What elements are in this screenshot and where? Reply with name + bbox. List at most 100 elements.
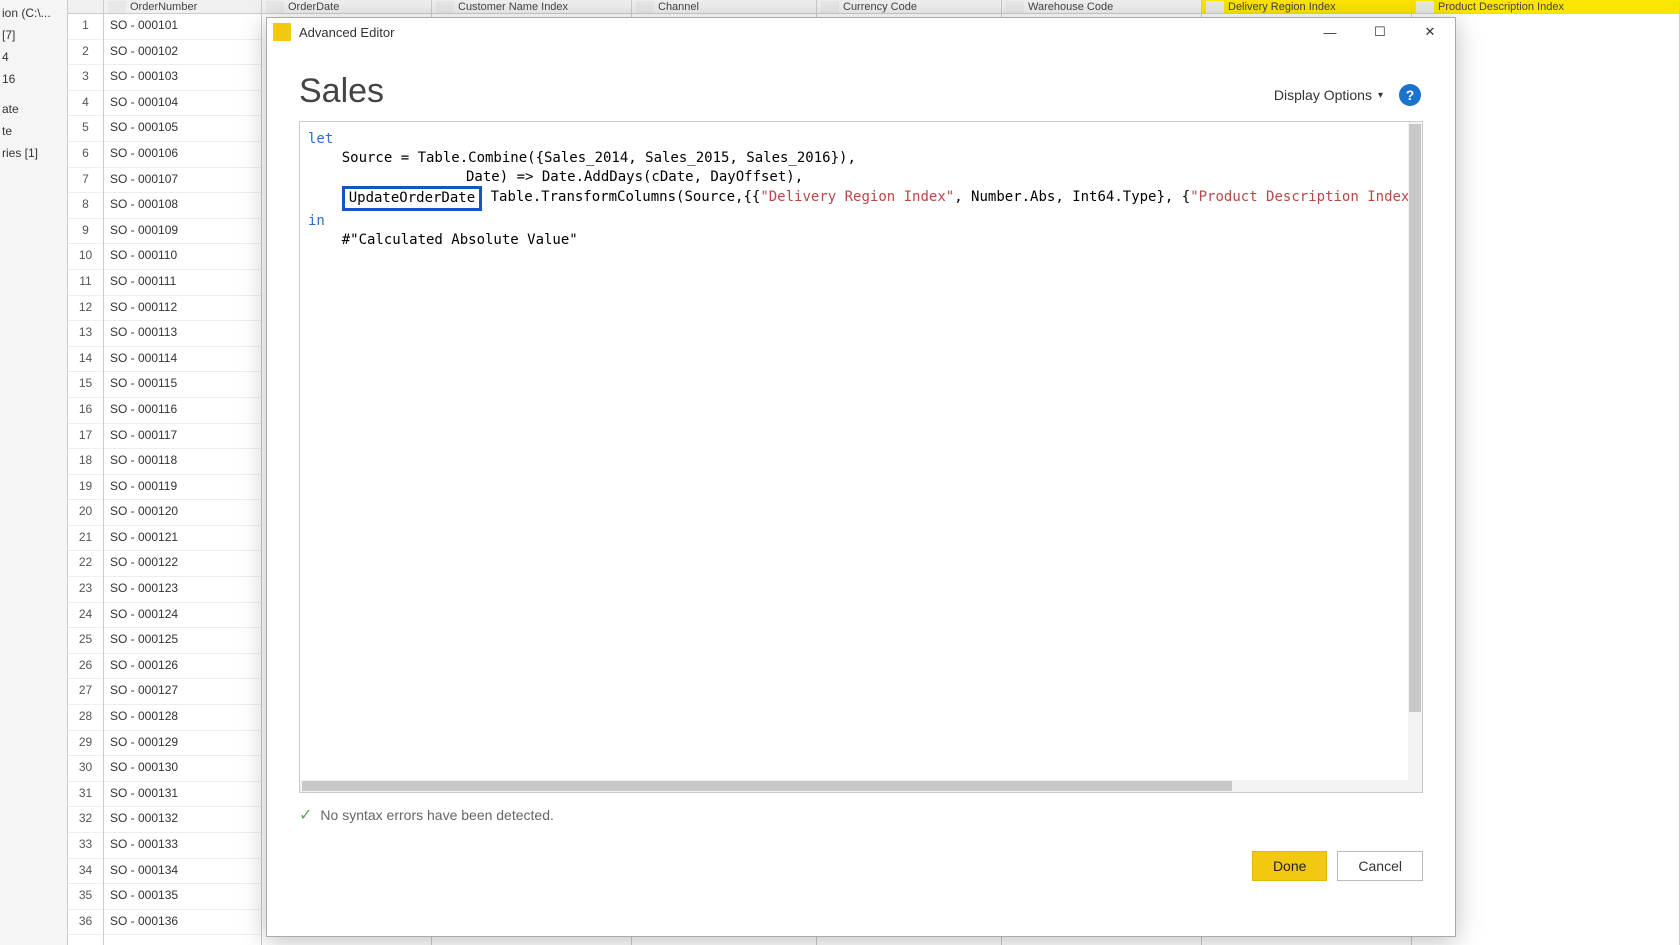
order-number-cell[interactable]: SO - 000110 bbox=[104, 244, 261, 270]
column-header-channel[interactable]: Channel bbox=[632, 0, 816, 14]
column-header-currency[interactable]: Currency Code bbox=[817, 0, 1001, 14]
order-number-cell[interactable]: SO - 000132 bbox=[104, 807, 261, 833]
order-number-cell[interactable]: SO - 000102 bbox=[104, 40, 261, 66]
order-number-cell[interactable]: SO - 000116 bbox=[104, 398, 261, 424]
row-number[interactable]: 9 bbox=[68, 219, 103, 245]
row-number[interactable]: 5 bbox=[68, 116, 103, 142]
row-number[interactable]: 13 bbox=[68, 321, 103, 347]
row-number[interactable]: 18 bbox=[68, 449, 103, 475]
cancel-button[interactable]: Cancel bbox=[1337, 851, 1423, 881]
editor-horizontal-scrollbar[interactable] bbox=[300, 780, 1422, 792]
row-number[interactable]: 36 bbox=[68, 910, 103, 936]
order-number-cell[interactable]: SO - 000105 bbox=[104, 116, 261, 142]
queries-item[interactable]: te bbox=[0, 120, 67, 142]
row-number[interactable]: 21 bbox=[68, 526, 103, 552]
maximize-button[interactable]: ☐ bbox=[1355, 18, 1405, 46]
queries-item[interactable]: ries [1] bbox=[0, 142, 67, 164]
row-number[interactable]: 1 bbox=[68, 14, 103, 40]
order-number-cell[interactable]: SO - 000121 bbox=[104, 526, 261, 552]
row-number[interactable]: 32 bbox=[68, 807, 103, 833]
order-number-cell[interactable]: SO - 000106 bbox=[104, 142, 261, 168]
column-header-delivery-region[interactable]: Delivery Region Index bbox=[1202, 0, 1411, 14]
queries-item[interactable] bbox=[0, 90, 67, 98]
order-number-cell[interactable]: SO - 000101 bbox=[104, 14, 261, 40]
row-number[interactable]: 10 bbox=[68, 244, 103, 270]
order-number-cell[interactable]: SO - 000109 bbox=[104, 219, 261, 245]
row-number[interactable]: 30 bbox=[68, 756, 103, 782]
order-number-cell[interactable]: SO - 000134 bbox=[104, 859, 261, 885]
order-number-cell[interactable]: SO - 000122 bbox=[104, 551, 261, 577]
row-number[interactable]: 23 bbox=[68, 577, 103, 603]
order-number-cell[interactable]: SO - 000115 bbox=[104, 372, 261, 398]
code-editor[interactable]: let Source = Table.Combine({Sales_2014, … bbox=[299, 121, 1423, 793]
row-number[interactable]: 16 bbox=[68, 398, 103, 424]
row-number[interactable]: 12 bbox=[68, 296, 103, 322]
order-number-cell[interactable]: SO - 000113 bbox=[104, 321, 261, 347]
row-number[interactable]: 33 bbox=[68, 833, 103, 859]
column-header-customer-name[interactable]: Customer Name Index bbox=[432, 0, 631, 14]
row-number[interactable]: 2 bbox=[68, 40, 103, 66]
order-number-cell[interactable]: SO - 000117 bbox=[104, 424, 261, 450]
row-number[interactable]: 3 bbox=[68, 65, 103, 91]
row-number[interactable]: 19 bbox=[68, 475, 103, 501]
row-number[interactable]: 24 bbox=[68, 603, 103, 629]
order-number-cell[interactable]: SO - 000124 bbox=[104, 603, 261, 629]
row-number[interactable]: 28 bbox=[68, 705, 103, 731]
order-number-cell[interactable]: SO - 000128 bbox=[104, 705, 261, 731]
row-number[interactable]: 26 bbox=[68, 654, 103, 680]
order-number-cell[interactable]: SO - 000126 bbox=[104, 654, 261, 680]
column-header-product-desc[interactable]: Product Description Index bbox=[1412, 0, 1679, 14]
order-number-cell[interactable]: SO - 000119 bbox=[104, 475, 261, 501]
order-number-cell[interactable]: SO - 000111 bbox=[104, 270, 261, 296]
order-number-cell[interactable]: SO - 000135 bbox=[104, 884, 261, 910]
close-button[interactable]: ✕ bbox=[1405, 18, 1455, 46]
display-options-dropdown[interactable]: Display Options ▾ bbox=[1274, 87, 1383, 103]
row-number[interactable]: 15 bbox=[68, 372, 103, 398]
order-number-cell[interactable]: SO - 000127 bbox=[104, 679, 261, 705]
order-number-cell[interactable]: SO - 000125 bbox=[104, 628, 261, 654]
row-number[interactable]: 20 bbox=[68, 500, 103, 526]
order-number-cell[interactable]: SO - 000107 bbox=[104, 168, 261, 194]
row-number[interactable]: 34 bbox=[68, 859, 103, 885]
order-number-cell[interactable]: SO - 000133 bbox=[104, 833, 261, 859]
order-number-cell[interactable]: SO - 000114 bbox=[104, 347, 261, 373]
highlighted-step-name[interactable]: UpdateOrderDate bbox=[342, 186, 482, 211]
column-header-warehouse[interactable]: Warehouse Code bbox=[1002, 0, 1201, 14]
order-number-cell[interactable]: SO - 000108 bbox=[104, 193, 261, 219]
row-number[interactable]: 8 bbox=[68, 193, 103, 219]
queries-item[interactable]: [7] bbox=[0, 24, 67, 46]
order-number-cell[interactable]: SO - 000131 bbox=[104, 782, 261, 808]
row-number[interactable]: 25 bbox=[68, 628, 103, 654]
order-number-cell[interactable]: SO - 000104 bbox=[104, 91, 261, 117]
minimize-button[interactable]: — bbox=[1305, 18, 1355, 46]
queries-item[interactable]: ate bbox=[0, 98, 67, 120]
queries-item[interactable]: ion (C:\... bbox=[0, 2, 67, 24]
order-number-cell[interactable]: SO - 000103 bbox=[104, 65, 261, 91]
queries-item[interactable]: 4 bbox=[0, 46, 67, 68]
row-number[interactable]: 6 bbox=[68, 142, 103, 168]
row-number[interactable]: 35 bbox=[68, 884, 103, 910]
order-number-cell[interactable]: SO - 000118 bbox=[104, 449, 261, 475]
row-number[interactable]: 22 bbox=[68, 551, 103, 577]
row-number[interactable]: 27 bbox=[68, 679, 103, 705]
done-button[interactable]: Done bbox=[1252, 851, 1327, 881]
order-number-cell[interactable]: SO - 000120 bbox=[104, 500, 261, 526]
row-number[interactable]: 11 bbox=[68, 270, 103, 296]
order-number-cell[interactable]: SO - 000130 bbox=[104, 756, 261, 782]
row-number[interactable]: 7 bbox=[68, 168, 103, 194]
row-number[interactable]: 17 bbox=[68, 424, 103, 450]
editor-vertical-scrollbar[interactable] bbox=[1408, 122, 1422, 792]
order-number-cell[interactable]: SO - 000136 bbox=[104, 910, 261, 936]
order-number-cell[interactable]: SO - 000112 bbox=[104, 296, 261, 322]
row-number[interactable]: 31 bbox=[68, 782, 103, 808]
column-header-order-number[interactable]: OrderNumber bbox=[104, 0, 261, 14]
row-number[interactable]: 14 bbox=[68, 347, 103, 373]
column-header-order-date[interactable]: OrderDate bbox=[262, 0, 431, 14]
row-number[interactable]: 4 bbox=[68, 91, 103, 117]
queries-item[interactable]: 16 bbox=[0, 68, 67, 90]
help-icon[interactable]: ? bbox=[1399, 84, 1421, 106]
queries-panel[interactable]: ion (C:\... [7] 4 16 ate te ries [1] bbox=[0, 0, 68, 945]
row-number[interactable]: 29 bbox=[68, 731, 103, 757]
order-number-cell[interactable]: SO - 000129 bbox=[104, 731, 261, 757]
order-number-cell[interactable]: SO - 000123 bbox=[104, 577, 261, 603]
